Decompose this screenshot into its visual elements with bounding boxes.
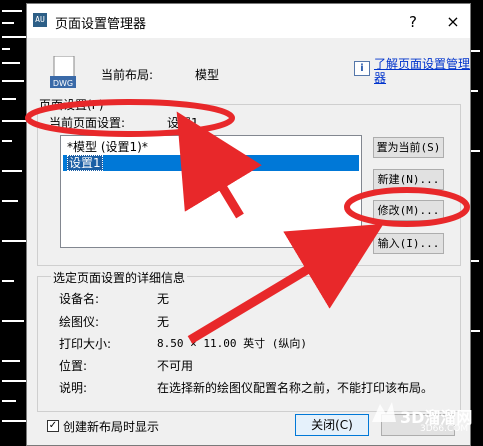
close-icon[interactable]: × [441, 11, 465, 33]
close-button[interactable]: 关闭(C) [295, 414, 369, 436]
detail-label: 绘图仪: [59, 315, 100, 329]
help-question-button[interactable]: ? [401, 11, 425, 33]
info-icon: i [354, 61, 370, 76]
page-setup-manager-dialog: AU 页面设置管理器 ? × DWG 当前布局: 模型 i 了解页面设置管理器 … [26, 3, 471, 446]
detail-value: 无 [157, 315, 170, 329]
import-button[interactable]: 输入(I)... [373, 233, 444, 254]
learn-page-setup-link[interactable]: 了解页面设置管理器 [374, 57, 470, 85]
detail-label: 打印大小: [59, 337, 112, 351]
show-on-new-layout-label[interactable]: 创建新布局时显示 [63, 418, 159, 435]
new-button[interactable]: 新建(N)... [373, 169, 444, 190]
page-setups-list[interactable]: *模型 (设置1)* 设置1 [60, 135, 362, 248]
list-item[interactable]: *模型 (设置1)* [63, 139, 359, 155]
watermark-subtext: 3D66.COM [420, 424, 469, 434]
detail-label: 位置: [59, 359, 88, 373]
detail-value: 8.50 × 11.00 英寸 (纵向) [157, 337, 307, 350]
dwg-file-icon: DWG [50, 56, 76, 88]
current-page-setup-label: 当前页面设置: [49, 116, 126, 130]
detail-label: 说明: [59, 381, 88, 395]
svg-text:DWG: DWG [53, 79, 73, 88]
autocad-app-icon: AU [33, 13, 47, 27]
title-bar: AU 页面设置管理器 ? × [27, 4, 470, 38]
current-layout-value: 模型 [195, 68, 220, 82]
list-item-selected[interactable]: 设置1 [63, 155, 359, 171]
show-on-new-layout-checkbox[interactable]: ✓ [47, 420, 59, 432]
detail-value: 不可用 [157, 359, 194, 373]
dialog-title: 页面设置管理器 [55, 17, 147, 32]
current-layout-label: 当前布局: [101, 68, 154, 82]
details-group-label: 选定页面设置的详细信息 [51, 269, 188, 286]
detail-value: 无 [157, 292, 170, 306]
set-current-button[interactable]: 置为当前(S) [373, 137, 444, 158]
page-setups-group-label: 页面设置(P) [37, 96, 106, 113]
detail-label: 设备名: [59, 292, 100, 306]
current-page-setup-value: 设置1 [167, 116, 199, 130]
modify-button[interactable]: 修改(M)... [373, 200, 444, 221]
